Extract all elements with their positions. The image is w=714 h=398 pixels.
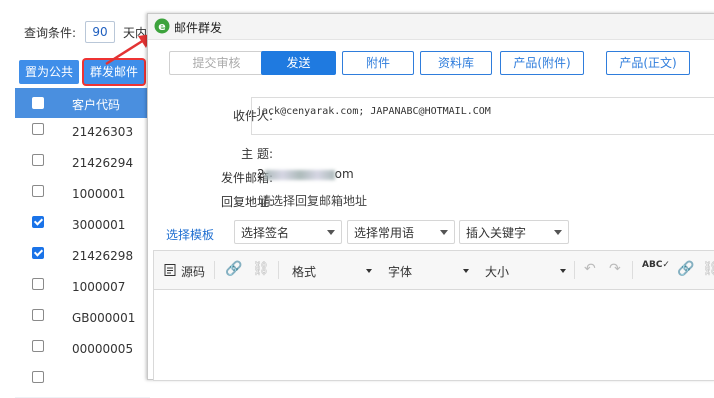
table-row[interactable]: 3000001 [15,211,150,243]
sender-email-value[interactable]: 2 om [257,167,354,181]
keyword-dropdown[interactable]: 插入关键字 [459,220,569,244]
table-header: 客户代码 [15,88,150,118]
customer-code: 00000005 [72,342,134,356]
row-checkbox[interactable] [32,340,44,352]
select-template-link[interactable]: 选择模板 [166,226,214,243]
chevron-down-icon [440,230,448,235]
customer-code: 21426298 [72,249,134,263]
row-checkbox[interactable] [32,371,44,383]
link-icon[interactable]: 🔗 [677,261,694,277]
chevron-down-icon [327,230,335,235]
redo-icon[interactable]: ↷ [609,261,621,277]
customer-table: 客户代码 21426303 21426294 1000001 3000001 2… [15,88,150,398]
row-checkbox[interactable] [32,154,44,166]
font-dropdown[interactable]: 字体 [388,263,412,280]
customer-code-header: 客户代码 [72,98,121,112]
customer-code: 1000007 [72,280,126,294]
customer-code: 21426303 [72,125,134,139]
customer-code: 1000001 [72,187,126,201]
query-condition-label: 查询条件: [24,26,77,40]
table-row[interactable]: 21426298 [15,242,150,274]
table-row[interactable]: 21426294 [15,149,150,181]
size-dropdown[interactable]: 大小 [485,263,509,280]
subject-input[interactable] [251,139,714,161]
toolbar-divider [574,261,575,279]
dialog-title: 邮件群发 [174,21,223,35]
table-row[interactable]: 1000001 [15,180,150,212]
library-button[interactable]: 资料库 [420,51,492,75]
editor-toolbar: 源码 🔗 ⛓ 格式 字体 大小 ↶ ↷ ABC✓ 🔗 ⛓ [153,250,714,289]
table-row[interactable] [15,366,150,398]
chevron-down-icon [560,269,566,273]
select-all-checkbox[interactable] [32,97,44,109]
signature-dropdown[interactable]: 选择签名 [234,220,342,244]
table-row[interactable]: 1000007 [15,273,150,305]
dialog-titlebar[interactable]: e 邮件群发 [148,14,714,40]
table-row[interactable]: 21426303 [15,118,150,150]
phrases-dropdown[interactable]: 选择常用语 [347,220,455,244]
chevron-down-icon [366,269,372,273]
undo-icon[interactable]: ↶ [584,261,596,277]
product-body-button[interactable]: 产品(正文) [606,51,690,75]
row-checkbox[interactable] [32,309,44,321]
attachment-button[interactable]: 附件 [342,51,414,75]
unlink-icon[interactable]: ⛓ [702,261,714,277]
row-checkbox[interactable] [32,247,44,259]
keyword-dropdown-label: 插入关键字 [466,226,527,240]
submit-review-button[interactable]: 提交审核 [169,51,264,75]
customer-code: 21426294 [72,156,134,170]
send-button[interactable]: 发送 [261,51,336,75]
row-checkbox[interactable] [32,123,44,135]
phrases-dropdown-label: 选择常用语 [354,226,415,240]
chevron-down-icon [554,230,562,235]
table-row[interactable]: 00000005 [15,335,150,367]
product-attachment-button[interactable]: 产品(附件) [500,51,584,75]
signature-dropdown-label: 选择签名 [241,226,290,240]
format-dropdown[interactable]: 格式 [292,263,316,280]
customer-code: 3000001 [72,218,126,232]
toolbar-divider [278,261,279,279]
recipient-value: jack@cenyarak.com; JAPANABC@HOTMAIL.COM [256,106,491,117]
link-icon[interactable]: 🔗 [225,261,242,277]
row-checkbox[interactable] [32,278,44,290]
reply-address-select[interactable]: 请选择回复邮箱地址 [259,192,367,209]
browser-app-icon: e [154,18,170,34]
table-row[interactable]: GB000001 [15,304,150,336]
toolbar-divider [214,261,215,279]
sender-prefix: 2 [257,167,265,181]
unlink-icon[interactable]: ⛓ [252,261,270,277]
row-checkbox[interactable] [32,216,44,228]
spellcheck-icon[interactable]: ABC✓ [642,260,670,270]
row-checkbox[interactable] [32,185,44,197]
sender-suffix: om [334,167,354,181]
redacted-email [264,169,335,180]
toolbar-divider [632,261,633,279]
svg-text:e: e [158,20,165,33]
customer-code: GB000001 [72,311,136,325]
set-public-button[interactable]: 置为公共 [19,60,79,84]
source-icon[interactable] [164,264,176,276]
mass-mail-dialog: e 邮件群发 提交审核 发送 附件 资料库 产品(附件) 产品(正文) 收件人:… [147,13,714,381]
source-button[interactable]: 源码 [181,263,205,280]
chevron-down-icon [463,269,469,273]
editor-body[interactable] [153,289,714,381]
